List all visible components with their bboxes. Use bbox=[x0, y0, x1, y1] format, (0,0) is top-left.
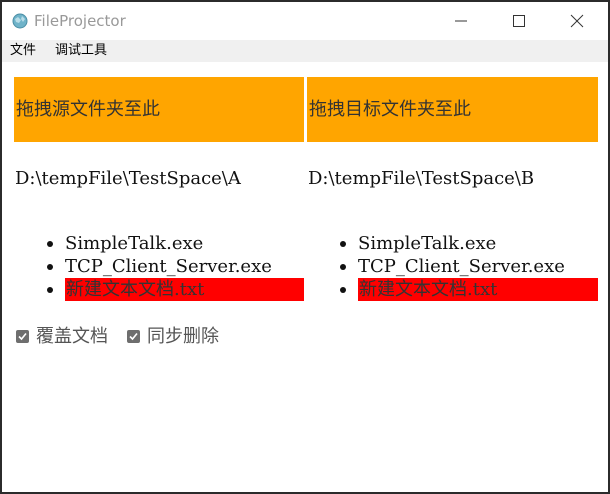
sync-delete-checkbox[interactable] bbox=[127, 330, 140, 343]
target-file-list: SimpleTalk.exe TCP_Client_Server.exe 新建文… bbox=[340, 232, 598, 301]
file-name: SimpleTalk.exe bbox=[65, 233, 204, 254]
file-name: TCP_Client_Server.exe bbox=[358, 256, 565, 277]
list-item: TCP_Client_Server.exe bbox=[340, 255, 598, 278]
list-item: SimpleTalk.exe bbox=[340, 232, 598, 255]
title-bar[interactable]: FileProjector bbox=[2, 2, 608, 40]
minimize-icon bbox=[455, 20, 467, 22]
source-drop-label: 拖拽源文件夹至此 bbox=[16, 99, 160, 120]
source-drop-zone[interactable]: 拖拽源文件夹至此 bbox=[14, 77, 304, 142]
close-button[interactable] bbox=[548, 2, 606, 40]
overwrite-checkbox[interactable] bbox=[16, 330, 29, 343]
target-drop-label: 拖拽目标文件夹至此 bbox=[309, 99, 471, 120]
app-window: FileProjector 文件 调试工具 拖拽源文件夹至此 拖拽目标文件夹至此… bbox=[2, 2, 608, 492]
close-icon bbox=[570, 14, 584, 28]
maximize-button[interactable] bbox=[490, 2, 548, 40]
list-item: TCP_Client_Server.exe bbox=[47, 255, 304, 278]
sync-delete-option[interactable]: 同步删除 bbox=[127, 325, 237, 349]
file-name: SimpleTalk.exe bbox=[358, 233, 497, 254]
source-path: D:\tempFile\TestSpace\A bbox=[15, 168, 241, 189]
app-globe-icon bbox=[12, 13, 28, 29]
file-name: 新建文本文档.txt bbox=[65, 278, 304, 301]
list-item: SimpleTalk.exe bbox=[47, 232, 304, 255]
minimize-button[interactable] bbox=[432, 2, 490, 40]
menu-bar: 文件 调试工具 bbox=[2, 40, 608, 62]
window-title: FileProjector bbox=[34, 12, 126, 30]
menu-item-file[interactable]: 文件 bbox=[10, 43, 36, 59]
sync-delete-label: 同步删除 bbox=[147, 326, 219, 347]
source-file-list: SimpleTalk.exe TCP_Client_Server.exe 新建文… bbox=[47, 232, 304, 301]
file-name: 新建文本文档.txt bbox=[358, 278, 598, 301]
overwrite-option[interactable]: 覆盖文档 bbox=[16, 325, 121, 349]
checkmark-icon bbox=[18, 332, 27, 341]
checkmark-icon bbox=[129, 332, 138, 341]
overwrite-label: 覆盖文档 bbox=[36, 326, 108, 347]
target-path: D:\tempFile\TestSpace\B bbox=[308, 168, 535, 189]
menu-item-debug-tools[interactable]: 调试工具 bbox=[55, 43, 107, 59]
list-item-highlighted: 新建文本文档.txt bbox=[340, 278, 598, 301]
target-drop-zone[interactable]: 拖拽目标文件夹至此 bbox=[307, 77, 598, 142]
maximize-icon bbox=[513, 15, 525, 27]
list-item-highlighted: 新建文本文档.txt bbox=[47, 278, 304, 301]
file-name: TCP_Client_Server.exe bbox=[65, 256, 272, 277]
